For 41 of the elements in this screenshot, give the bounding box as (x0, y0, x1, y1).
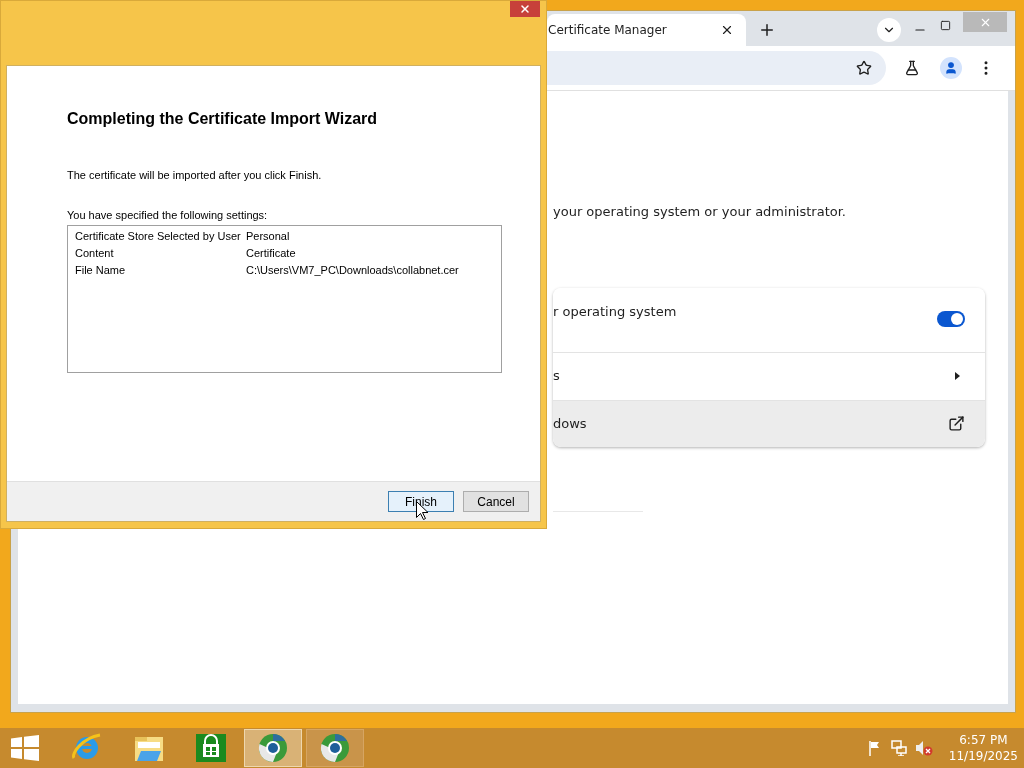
taskbar-button[interactable] (244, 729, 302, 767)
taskbar-button[interactable] (306, 729, 364, 767)
setting-name: Content (75, 246, 115, 260)
profile-avatar[interactable] (940, 57, 962, 79)
network-icon[interactable] (890, 740, 907, 756)
close-icon (519, 3, 531, 15)
description-text: your operating system or your administrator. (553, 203, 847, 221)
flask-icon[interactable] (904, 60, 920, 76)
dialog-button[interactable]: Cancel (463, 491, 529, 512)
new-tab-icon[interactable] (758, 21, 776, 39)
setting-label: r operating system (553, 302, 678, 321)
window-close-button[interactable] (510, 1, 540, 17)
wizard-heading: Completing the Certificate Import Wizard (67, 109, 379, 129)
clock-date: 11/19/2025 (948, 748, 1018, 764)
close-icon[interactable] (720, 23, 734, 37)
browser-logo-icon (257, 732, 289, 764)
clock-time: 6:57 PM (959, 732, 1008, 748)
external-link-icon (948, 415, 965, 432)
setting-name: File Name (75, 263, 127, 277)
setting-value: Personal (246, 229, 290, 243)
setting-value: Certificate (246, 246, 296, 260)
tab-title: Certificate Manager (548, 22, 668, 39)
setting-value: C:\Users\VM7_PC\Downloads\collabnet.cer (246, 263, 459, 277)
tab-search-button[interactable] (877, 18, 901, 42)
setting-label: s (553, 367, 561, 386)
wizard-message: The certificate will be imported after you click Finish. (67, 168, 323, 183)
browser-tab[interactable]: Certificate Manager (547, 14, 746, 46)
muted-speaker-icon[interactable] (914, 740, 933, 756)
windows-logo-icon (11, 735, 39, 761)
setting-label: dows (553, 414, 588, 433)
caret-icon (955, 372, 960, 380)
setting-name: Certificate Store Selected by User (75, 229, 242, 243)
browser-logo-icon (319, 732, 351, 764)
toggle-switch[interactable] (937, 310, 965, 327)
settings-row[interactable]: r operating system (553, 287, 985, 352)
settings-row[interactable]: dows (553, 399, 985, 447)
maximize-icon[interactable] (940, 19, 951, 31)
bookmark-star-icon[interactable] (856, 60, 872, 76)
dialog-button[interactable]: Finish (388, 491, 454, 512)
settings-label: You have specified the following settings: (67, 207, 269, 223)
settings-row[interactable]: s (553, 351, 985, 400)
